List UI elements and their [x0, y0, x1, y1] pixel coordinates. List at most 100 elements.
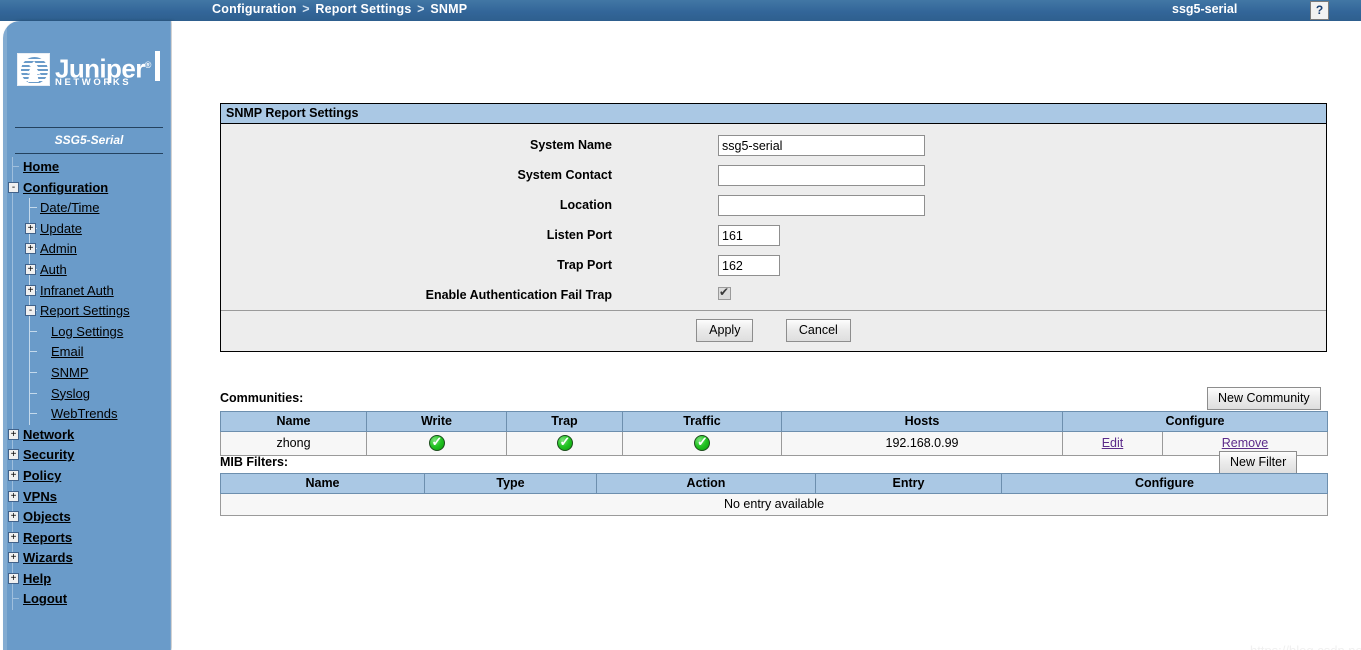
sidebar-item-webtrends[interactable]: WebTrends [3, 404, 171, 425]
mib-filters-table: Name Type Action Entry Configure No entry av… [220, 473, 1328, 516]
sidebar-item-label: Infranet Auth [40, 282, 114, 298]
column-header-configure: Configure [1062, 411, 1328, 432]
breadcrumb-item-report-settings[interactable]: Report Settings [315, 2, 411, 16]
system-name-input[interactable] [718, 135, 925, 156]
tree-guide [29, 383, 30, 405]
tree-guide [29, 321, 30, 343]
device-model-label: SSG5-Serial [54, 133, 124, 147]
sidebar-item-syslog[interactable]: Syslog [3, 383, 171, 405]
sidebar-item-update[interactable]: + Update [3, 218, 171, 240]
sidebar-item-admin[interactable]: + Admin [3, 239, 171, 260]
location-input[interactable] [718, 195, 925, 216]
breadcrumb-separator: > [302, 2, 310, 16]
tree-toggle-expand-icon[interactable]: + [25, 243, 36, 255]
sidebar-item-label: Update [40, 220, 82, 236]
tree-toggle-expand-icon[interactable]: + [8, 449, 19, 461]
sidebar-item-policy[interactable]: + Policy [3, 465, 171, 487]
sidebar-item-security[interactable]: + Security [3, 445, 171, 466]
tree-elbow [29, 351, 37, 353]
table-empty-row: No entry available [220, 493, 1328, 516]
sidebar-item-objects[interactable]: + Objects [3, 507, 171, 528]
field-label-system-contact: System Contact [517, 168, 612, 182]
sidebar-item-label: Home [23, 159, 60, 174]
field-label-system-name: System Name [530, 138, 612, 152]
help-icon[interactable]: ? [1310, 1, 1329, 20]
communities-table: Name Write Trap Traffic Hosts Configure zhong… [220, 411, 1328, 456]
sidebar-item-label: Date/Time [40, 200, 100, 216]
form-row: Location [221, 194, 1326, 224]
breadcrumb-item-configuration[interactable]: Configuration [212, 2, 297, 16]
listen-port-input[interactable] [718, 225, 780, 246]
tree-guide [29, 198, 30, 219]
new-community-button[interactable]: New Community [1207, 387, 1321, 410]
sidebar-item-wizards[interactable]: + Wizards [3, 548, 171, 569]
tree-toggle-expand-icon[interactable]: + [8, 531, 19, 543]
apply-button[interactable]: Apply [696, 319, 754, 342]
tree-guide [12, 218, 13, 240]
sidebar-item-label: VPNs [23, 488, 57, 504]
sidebar-item-label: Admin [40, 241, 77, 257]
sidebar-item-email[interactable]: Email [3, 342, 171, 363]
panel-footer: Apply Cancel [221, 310, 1326, 351]
sidebar-item-auth[interactable]: + Auth [3, 259, 171, 281]
main-content: SNMP Report Settings System Name System C… [172, 21, 1361, 650]
tree-elbow [29, 413, 37, 415]
sidebar-item-logout[interactable]: Logout [3, 589, 171, 611]
tree-elbow [12, 166, 19, 167]
tree-toggle-expand-icon[interactable]: + [25, 284, 36, 296]
column-header-type: Type [424, 473, 597, 494]
breadcrumb: Configuration > Report Settings > SNMP [212, 2, 467, 16]
tree-toggle-expand-icon[interactable]: + [8, 490, 19, 502]
edit-link[interactable]: Edit [1102, 436, 1124, 450]
sidebar-item-vpns[interactable]: + VPNs [3, 486, 171, 508]
tree-toggle-expand-icon[interactable]: + [8, 552, 19, 564]
tree-guide [29, 404, 30, 425]
tree-guide [12, 321, 13, 343]
system-contact-input[interactable] [718, 165, 925, 186]
tree-toggle-expand-icon[interactable]: + [8, 428, 19, 440]
community-write-cell [366, 431, 507, 456]
sidebar-item-configuration[interactable]: - Configuration [3, 177, 171, 199]
field-label-listen-port: Listen Port [546, 228, 612, 242]
sidebar-item-label: Objects [23, 509, 71, 525]
tree-toggle-expand-icon[interactable]: + [8, 469, 19, 481]
enable-authentication-fail-trap-checkbox[interactable] [718, 285, 731, 300]
sidebar-item-label: WebTrends [51, 406, 118, 422]
sidebar-item-date-time[interactable]: Date/Time [3, 198, 171, 219]
cancel-button[interactable]: Cancel [785, 319, 851, 342]
sidebar-item-label: SNMP [51, 364, 89, 380]
tree-toggle-collapse-icon[interactable]: - [8, 181, 19, 193]
sidebar-item-label: Configuration [23, 179, 109, 195]
sidebar-item-label: Logout [23, 591, 68, 607]
remove-link[interactable]: Remove [1222, 436, 1269, 450]
sidebar-item-snmp[interactable]: SNMP [3, 362, 171, 384]
sidebar-item-log-settings[interactable]: Log Settings [3, 321, 171, 343]
tree-elbow [29, 207, 37, 209]
sidebar-item-label: Report Settings [40, 303, 130, 319]
form-row: System Name [221, 134, 1326, 164]
tree-toggle-collapse-icon[interactable]: - [25, 305, 36, 317]
sidebar-item-reports[interactable]: + Reports [3, 527, 171, 549]
sidebar-item-report-settings[interactable]: - Report Settings [3, 301, 171, 322]
sidebar-item-label: Reports [23, 529, 73, 545]
tree-toggle-expand-icon[interactable]: + [25, 222, 36, 234]
new-filter-button[interactable]: New Filter [1219, 451, 1298, 474]
sidebar-item-label: Auth [40, 261, 67, 277]
tree-guide [12, 342, 13, 363]
sidebar-item-label: Network [23, 426, 75, 442]
breadcrumb-item-snmp[interactable]: SNMP [430, 2, 467, 16]
table-header-row: Name Write Trap Traffic Hosts Configure [220, 411, 1328, 432]
sidebar-item-network[interactable]: + Network [3, 424, 171, 446]
tree-toggle-expand-icon[interactable]: + [25, 263, 36, 275]
tree-toggle-expand-icon[interactable]: + [8, 572, 19, 584]
trap-port-input[interactable] [718, 255, 780, 276]
sidebar-item-home[interactable]: Home [3, 157, 171, 178]
settings-form: System Name System Contact Location Listen … [221, 124, 1326, 310]
sidebar-item-label: Email [51, 344, 84, 360]
tree-toggle-expand-icon[interactable]: + [8, 511, 19, 523]
column-header-entry: Entry [815, 473, 1002, 494]
sidebar-item-infranet-auth[interactable]: + Infranet Auth [3, 280, 171, 302]
panel-title: SNMP Report Settings [221, 104, 1326, 124]
tree-guide [12, 589, 13, 611]
sidebar-item-help[interactable]: + Help [3, 568, 171, 590]
